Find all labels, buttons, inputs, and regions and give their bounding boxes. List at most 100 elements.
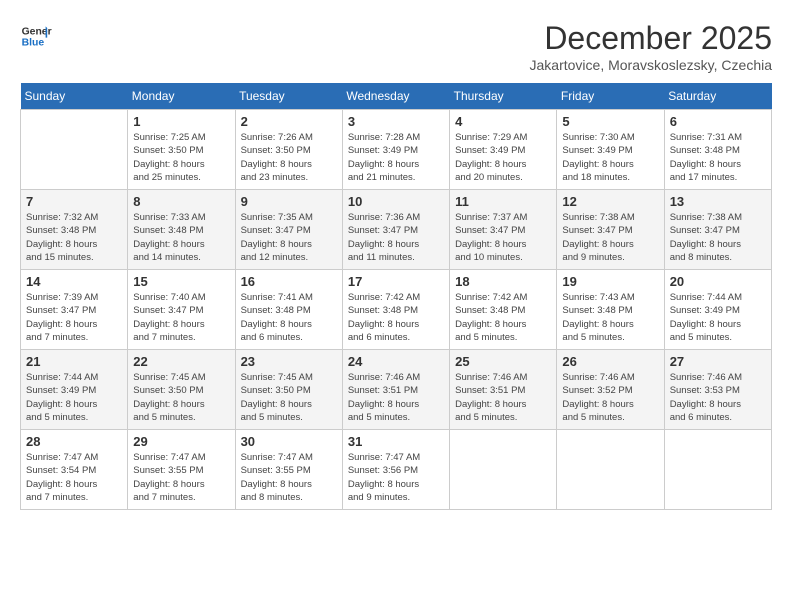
svg-text:Blue: Blue	[22, 38, 45, 49]
calendar-cell: 24Sunrise: 7:46 AMSunset: 3:51 PMDayligh…	[342, 350, 449, 430]
calendar-cell: 6Sunrise: 7:31 AMSunset: 3:48 PMDaylight…	[664, 110, 771, 190]
day-number: 13	[670, 194, 766, 209]
day-number: 2	[241, 114, 337, 129]
day-number: 10	[348, 194, 444, 209]
day-number: 25	[455, 354, 551, 369]
calendar-cell: 19Sunrise: 7:43 AMSunset: 3:48 PMDayligh…	[557, 270, 664, 350]
day-info: Sunrise: 7:42 AMSunset: 3:48 PMDaylight:…	[455, 291, 551, 344]
day-number: 12	[562, 194, 658, 209]
day-info: Sunrise: 7:44 AMSunset: 3:49 PMDaylight:…	[670, 291, 766, 344]
calendar-cell: 22 Sunrise: 7:45 AMSunset: 3:50 PMDayligh…	[128, 350, 235, 430]
calendar-day-header: Saturday	[664, 83, 771, 110]
day-number: 21	[26, 354, 122, 369]
calendar-cell: 4 Sunrise: 7:29 AMSunset: 3:49 PMDaylight…	[450, 110, 557, 190]
day-number: 18	[455, 274, 551, 289]
day-info: Sunrise: 7:46 AMSunset: 3:52 PMDaylight:…	[562, 371, 658, 424]
day-number: 5	[562, 114, 658, 129]
calendar-cell	[557, 430, 664, 510]
day-number: 29	[133, 434, 229, 449]
day-number: 28	[26, 434, 122, 449]
calendar-cell: 18 Sunrise: 7:42 AMSunset: 3:48 PMDayligh…	[450, 270, 557, 350]
calendar-header-row: SundayMondayTuesdayWednesdayThursdayFrid…	[21, 83, 772, 110]
calendar-week-row: 14 Sunrise: 7:39 AMSunset: 3:47 PMDayligh…	[21, 270, 772, 350]
day-number: 8	[133, 194, 229, 209]
day-number: 4	[455, 114, 551, 129]
logo-icon: General Blue	[20, 20, 52, 52]
calendar-cell: 20 Sunrise: 7:44 AMSunset: 3:49 PMDayligh…	[664, 270, 771, 350]
calendar-week-row: 21 Sunrise: 7:44 AMSunset: 3:49 PMDayligh…	[21, 350, 772, 430]
calendar-cell: 9 Sunrise: 7:35 AMSunset: 3:47 PMDaylight…	[235, 190, 342, 270]
calendar-cell: 14 Sunrise: 7:39 AMSunset: 3:47 PMDayligh…	[21, 270, 128, 350]
day-info: Sunrise: 7:37 AMSunset: 3:47 PMDaylight:…	[455, 211, 551, 264]
day-info: Sunrise: 7:47 AMSunset: 3:55 PMDaylight:…	[241, 451, 337, 504]
day-number: 1	[133, 114, 229, 129]
day-number: 31	[348, 434, 444, 449]
calendar-cell: 13Sunrise: 7:38 AMSunset: 3:47 PMDayligh…	[664, 190, 771, 270]
day-number: 3	[348, 114, 444, 129]
day-number: 6	[670, 114, 766, 129]
day-info: Sunrise: 7:39 AMSunset: 3:47 PMDaylight:…	[26, 291, 122, 344]
location-subtitle: Jakartovice, Moravskoslezsky, Czechia	[530, 57, 772, 73]
calendar-week-row: 7Sunrise: 7:32 AMSunset: 3:48 PMDaylight…	[21, 190, 772, 270]
day-number: 26	[562, 354, 658, 369]
calendar-cell: 12Sunrise: 7:38 AMSunset: 3:47 PMDayligh…	[557, 190, 664, 270]
day-number: 23	[241, 354, 337, 369]
day-info: Sunrise: 7:47 AMSunset: 3:54 PMDaylight:…	[26, 451, 122, 504]
day-number: 22	[133, 354, 229, 369]
day-number: 14	[26, 274, 122, 289]
calendar-cell: 11 Sunrise: 7:37 AMSunset: 3:47 PMDayligh…	[450, 190, 557, 270]
calendar-cell: 2 Sunrise: 7:26 AMSunset: 3:50 PMDaylight…	[235, 110, 342, 190]
day-info: Sunrise: 7:45 AMSunset: 3:50 PMDaylight:…	[133, 371, 229, 424]
day-number: 9	[241, 194, 337, 209]
calendar-day-header: Thursday	[450, 83, 557, 110]
day-info: Sunrise: 7:42 AMSunset: 3:48 PMDaylight:…	[348, 291, 444, 344]
calendar-day-header: Sunday	[21, 83, 128, 110]
day-info: Sunrise: 7:29 AMSunset: 3:49 PMDaylight:…	[455, 131, 551, 184]
day-info: Sunrise: 7:33 AMSunset: 3:48 PMDaylight:…	[133, 211, 229, 264]
logo: General Blue	[20, 20, 52, 52]
calendar-cell: 26 Sunrise: 7:46 AMSunset: 3:52 PMDayligh…	[557, 350, 664, 430]
day-info: Sunrise: 7:30 AMSunset: 3:49 PMDaylight:…	[562, 131, 658, 184]
calendar-day-header: Wednesday	[342, 83, 449, 110]
day-info: Sunrise: 7:41 AMSunset: 3:48 PMDaylight:…	[241, 291, 337, 344]
day-number: 16	[241, 274, 337, 289]
calendar-week-row: 28 Sunrise: 7:47 AMSunset: 3:54 PMDayligh…	[21, 430, 772, 510]
calendar-cell	[664, 430, 771, 510]
calendar-cell: 29 Sunrise: 7:47 AMSunset: 3:55 PMDayligh…	[128, 430, 235, 510]
calendar-cell: 30Sunrise: 7:47 AMSunset: 3:55 PMDayligh…	[235, 430, 342, 510]
calendar-cell: 3 Sunrise: 7:28 AMSunset: 3:49 PMDaylight…	[342, 110, 449, 190]
calendar-cell: 28 Sunrise: 7:47 AMSunset: 3:54 PMDayligh…	[21, 430, 128, 510]
day-number: 20	[670, 274, 766, 289]
calendar-cell: 23Sunrise: 7:45 AMSunset: 3:50 PMDayligh…	[235, 350, 342, 430]
day-number: 27	[670, 354, 766, 369]
calendar-cell	[21, 110, 128, 190]
day-info: Sunrise: 7:47 AMSunset: 3:55 PMDaylight:…	[133, 451, 229, 504]
day-info: Sunrise: 7:43 AMSunset: 3:48 PMDaylight:…	[562, 291, 658, 344]
day-info: Sunrise: 7:40 AMSunset: 3:47 PMDaylight:…	[133, 291, 229, 344]
day-info: Sunrise: 7:46 AMSunset: 3:51 PMDaylight:…	[455, 371, 551, 424]
calendar-body: 1Sunrise: 7:25 AMSunset: 3:50 PMDaylight…	[21, 110, 772, 510]
calendar-cell: 27Sunrise: 7:46 AMSunset: 3:53 PMDayligh…	[664, 350, 771, 430]
calendar-table: SundayMondayTuesdayWednesdayThursdayFrid…	[20, 83, 772, 510]
day-number: 15	[133, 274, 229, 289]
day-info: Sunrise: 7:36 AMSunset: 3:47 PMDaylight:…	[348, 211, 444, 264]
calendar-week-row: 1Sunrise: 7:25 AMSunset: 3:50 PMDaylight…	[21, 110, 772, 190]
calendar-cell: 17 Sunrise: 7:42 AMSunset: 3:48 PMDayligh…	[342, 270, 449, 350]
calendar-cell: 7Sunrise: 7:32 AMSunset: 3:48 PMDaylight…	[21, 190, 128, 270]
day-info: Sunrise: 7:35 AMSunset: 3:47 PMDaylight:…	[241, 211, 337, 264]
calendar-day-header: Tuesday	[235, 83, 342, 110]
month-title: December 2025	[530, 20, 772, 57]
day-number: 17	[348, 274, 444, 289]
day-info: Sunrise: 7:44 AMSunset: 3:49 PMDaylight:…	[26, 371, 122, 424]
day-info: Sunrise: 7:28 AMSunset: 3:49 PMDaylight:…	[348, 131, 444, 184]
calendar-day-header: Monday	[128, 83, 235, 110]
day-info: Sunrise: 7:26 AMSunset: 3:50 PMDaylight:…	[241, 131, 337, 184]
day-info: Sunrise: 7:47 AMSunset: 3:56 PMDaylight:…	[348, 451, 444, 504]
day-info: Sunrise: 7:32 AMSunset: 3:48 PMDaylight:…	[26, 211, 122, 264]
day-number: 11	[455, 194, 551, 209]
svg-text:General: General	[22, 26, 52, 37]
page-header: General Blue December 2025 Jakartovice, …	[20, 20, 772, 73]
day-info: Sunrise: 7:46 AMSunset: 3:51 PMDaylight:…	[348, 371, 444, 424]
calendar-cell: 1Sunrise: 7:25 AMSunset: 3:50 PMDaylight…	[128, 110, 235, 190]
calendar-day-header: Friday	[557, 83, 664, 110]
